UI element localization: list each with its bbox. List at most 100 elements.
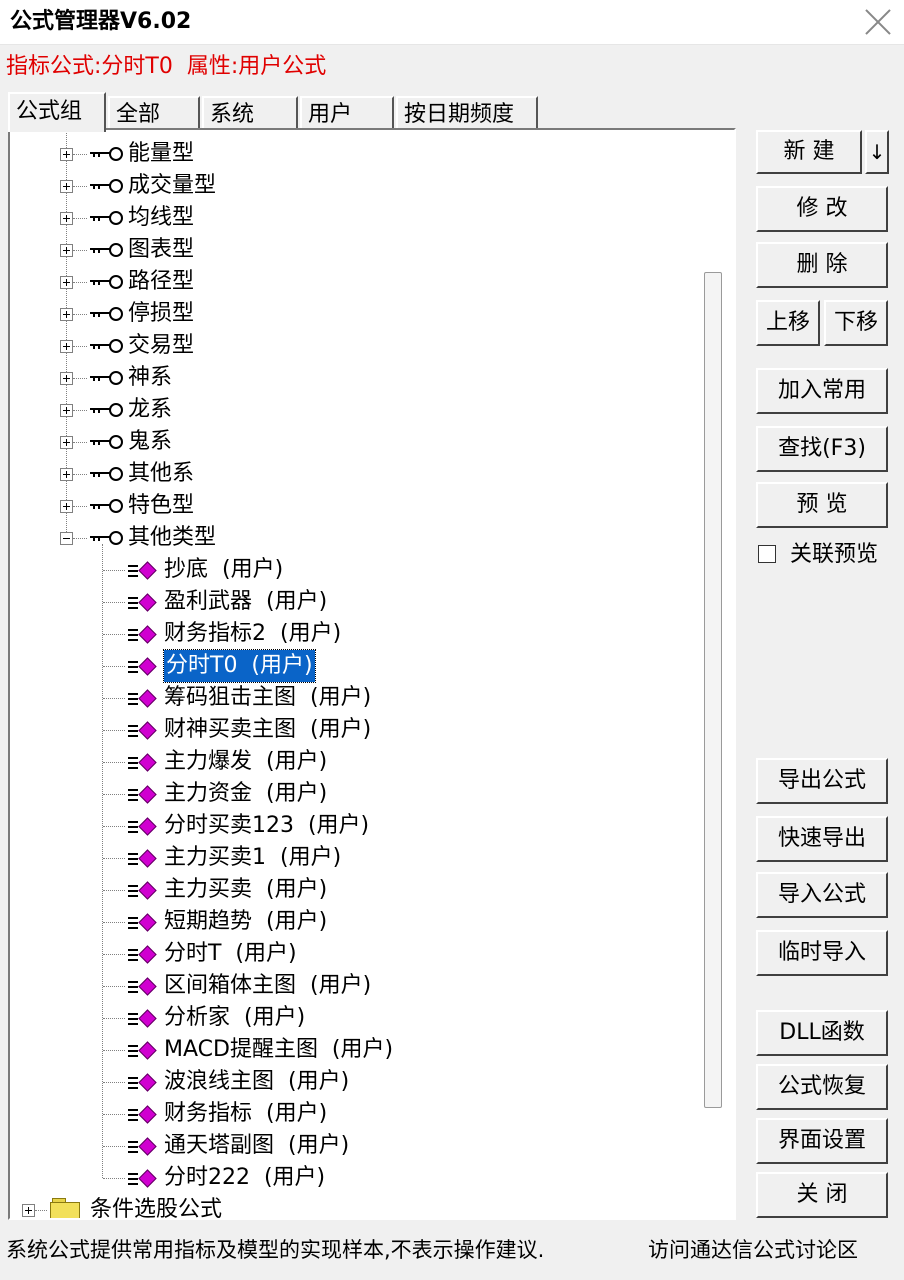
- new-dropdown-button[interactable]: ↓: [865, 130, 889, 174]
- tree-group-item[interactable]: 图表型: [10, 234, 700, 266]
- tree-group-item[interactable]: 神系: [10, 362, 700, 394]
- tree-formula-item[interactable]: 盈利武器 (用户): [10, 586, 700, 618]
- tree-formula-item[interactable]: 抄底 (用户): [10, 554, 700, 586]
- tree-formula-item[interactable]: 分时222 (用户): [10, 1162, 700, 1194]
- preview-button[interactable]: 预 览: [756, 482, 888, 528]
- tree-group-item[interactable]: 其他系: [10, 458, 700, 490]
- find-button[interactable]: 查找(F3): [756, 426, 888, 472]
- tree-formula-item[interactable]: 通天塔副图 (用户): [10, 1130, 700, 1162]
- key-tooth: [93, 152, 95, 157]
- import-button[interactable]: 导入公式: [756, 872, 888, 918]
- add-common-button[interactable]: 加入常用: [756, 368, 888, 414]
- move-down-button[interactable]: 下移: [824, 300, 888, 346]
- expand-icon[interactable]: [60, 468, 73, 481]
- tree-group-item[interactable]: 停损型: [10, 298, 700, 330]
- ui-settings-button[interactable]: 界面设置: [756, 1118, 888, 1164]
- key-icon: [90, 146, 124, 161]
- tree-group-item[interactable]: 能量型: [10, 138, 700, 170]
- formula-icon: [128, 689, 158, 709]
- formula-icon: [128, 881, 158, 901]
- tab-user[interactable]: 用户: [300, 96, 394, 130]
- tree-group-label: 龙系: [128, 397, 173, 422]
- tree-formula-item[interactable]: 分时买卖123 (用户): [10, 810, 700, 842]
- tab-system[interactable]: 系统: [202, 96, 298, 130]
- tree-formula-item[interactable]: 短期趋势 (用户): [10, 906, 700, 938]
- tree-formula-label-selected: 分时T0 (用户): [163, 649, 316, 683]
- tree-root-folder[interactable]: 条件选股公式: [10, 1194, 700, 1218]
- tree-formula-item[interactable]: 波浪线主图 (用户): [10, 1066, 700, 1098]
- tree-formula-item[interactable]: 财务指标 (用户): [10, 1098, 700, 1130]
- expand-icon[interactable]: [22, 1204, 35, 1217]
- tree-formula-label: 财务指标2 (用户): [164, 621, 342, 646]
- delete-button[interactable]: 删 除: [756, 242, 888, 288]
- tree-group-item[interactable]: 成交量型: [10, 170, 700, 202]
- collapse-icon[interactable]: [60, 532, 73, 545]
- tree-formula-item[interactable]: 区间箱体主图 (用户): [10, 970, 700, 1002]
- formula-icon: [128, 657, 158, 677]
- expand-icon[interactable]: [60, 212, 73, 225]
- tree-formula-item[interactable]: 主力买卖 (用户): [10, 874, 700, 906]
- key-ring: [109, 371, 123, 385]
- move-up-button[interactable]: 上移: [756, 300, 820, 346]
- key-icon: [90, 434, 124, 449]
- restore-formula-button[interactable]: 公式恢复: [756, 1064, 888, 1110]
- expand-icon[interactable]: [60, 244, 73, 257]
- tree-group-item[interactable]: 特色型: [10, 490, 700, 522]
- key-tooth: [98, 376, 100, 381]
- expand-icon[interactable]: [60, 340, 73, 353]
- formula-tree[interactable]: 能量型 成交量型 均线型 图表型 路径型 停损型 交易型 神系龙系鬼系 其他系 特色型 其他类型 抄底…: [8, 128, 736, 1220]
- tree-group-item[interactable]: 路径型: [10, 266, 700, 298]
- tree-formula-item[interactable]: 主力买卖1 (用户): [10, 842, 700, 874]
- tree-formula-item[interactable]: 主力资金 (用户): [10, 778, 700, 810]
- forum-link[interactable]: 访问通达信公式讨论区: [648, 1235, 858, 1265]
- temp-import-button[interactable]: 临时导入: [756, 930, 888, 976]
- attribute-label: 属性:用户公式: [186, 54, 327, 79]
- tree-connector-line: [73, 442, 87, 443]
- tree-formula-item[interactable]: MACD提醒主图 (用户): [10, 1034, 700, 1066]
- icon-stroke: [128, 794, 138, 796]
- tree-connector-line: [73, 410, 87, 411]
- tree-formula-item[interactable]: 分时T (用户): [10, 938, 700, 970]
- dll-functions-button[interactable]: DLL函数: [756, 1010, 888, 1056]
- expand-icon[interactable]: [60, 500, 73, 513]
- key-ring: [109, 243, 123, 257]
- new-button[interactable]: 新 建: [756, 130, 862, 174]
- linked-preview-checkbox[interactable]: [758, 545, 776, 563]
- icon-stroke: [128, 831, 138, 833]
- quick-export-button[interactable]: 快速导出: [756, 816, 888, 862]
- tree-formula-item[interactable]: 分时T0 (用户): [10, 649, 700, 683]
- tree-formula-item[interactable]: 筹码狙击主图 (用户): [10, 682, 700, 714]
- expand-icon[interactable]: [60, 404, 73, 417]
- expand-icon[interactable]: [60, 436, 73, 449]
- icon-stroke: [128, 607, 138, 609]
- tree-group-item[interactable]: 龙系: [10, 394, 700, 426]
- key-tooth: [93, 216, 95, 221]
- icon-gem: [138, 657, 157, 676]
- tree-group-item[interactable]: 鬼系: [10, 426, 700, 458]
- close-icon[interactable]: [864, 8, 892, 36]
- key-icon: [90, 498, 124, 513]
- icon-stroke: [128, 981, 138, 983]
- tree-scrollbar-thumb[interactable]: [704, 272, 722, 1108]
- tab-formula-group[interactable]: 公式组: [8, 92, 106, 132]
- expand-icon[interactable]: [60, 308, 73, 321]
- tab-by-date[interactable]: 按日期频度: [396, 96, 538, 130]
- icon-gem: [138, 561, 157, 580]
- tree-group-item[interactable]: 交易型: [10, 330, 700, 362]
- tree-group-item[interactable]: 其他类型: [10, 522, 700, 554]
- tree-formula-item[interactable]: 财务指标2 (用户): [10, 618, 700, 650]
- key-tooth: [98, 504, 100, 509]
- close-button[interactable]: 关 闭: [756, 1172, 888, 1218]
- expand-icon[interactable]: [60, 180, 73, 193]
- expand-icon[interactable]: [60, 372, 73, 385]
- tree-connector-line: [103, 986, 125, 987]
- tab-all[interactable]: 全部: [108, 96, 200, 130]
- expand-icon[interactable]: [60, 276, 73, 289]
- expand-icon[interactable]: [60, 148, 73, 161]
- export-button[interactable]: 导出公式: [756, 758, 888, 804]
- tree-formula-item[interactable]: 主力爆发 (用户): [10, 746, 700, 778]
- modify-button[interactable]: 修 改: [756, 186, 888, 232]
- tree-group-item[interactable]: 均线型: [10, 202, 700, 234]
- tree-formula-item[interactable]: 财神买卖主图 (用户): [10, 714, 700, 746]
- tree-formula-item[interactable]: 分析家 (用户): [10, 1002, 700, 1034]
